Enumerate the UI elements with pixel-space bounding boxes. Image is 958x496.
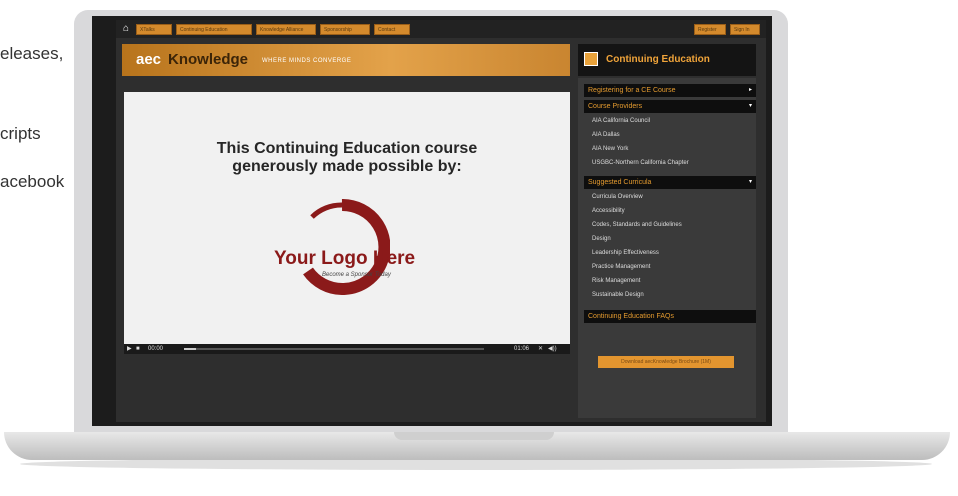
accordion-label: Continuing Education FAQs <box>588 313 674 320</box>
progress-fill <box>184 348 196 350</box>
provider-item[interactable]: AIA Dallas <box>592 131 620 139</box>
accordion-ce-faqs[interactable]: Continuing Education FAQs <box>584 310 756 323</box>
side-panel: Registering for a CE Course ▸ Course Pro… <box>578 78 756 418</box>
panel-header: Continuing Education <box>578 44 756 76</box>
logo-aec[interactable]: aec <box>136 51 161 68</box>
accordion-suggested-curricula[interactable]: Suggested Curricula ▾ <box>584 176 756 189</box>
nav-knowledge-alliance[interactable]: Knowledge Alliance <box>256 24 316 35</box>
video-heading-line-1: This Continuing Education course <box>216 140 478 157</box>
home-icon[interactable]: ⌂ <box>120 23 132 35</box>
continuing-education-icon <box>584 52 598 66</box>
chevron-down-icon: ▾ <box>748 179 752 185</box>
accordion-label: Registering for a CE Course <box>588 87 676 94</box>
chevron-down-icon: ▾ <box>748 103 752 109</box>
video-heading-line-2: generously made possible by: <box>232 158 462 175</box>
laptop-notch <box>394 432 554 440</box>
chevron-right-icon: ▸ <box>748 87 752 93</box>
provider-item[interactable]: AIA California Council <box>592 117 650 125</box>
sponsor-logo-arc-icon <box>303 199 390 295</box>
register-button[interactable]: Register <box>694 24 726 35</box>
current-time: 00:00 <box>148 346 164 352</box>
video-controls: ▶ ■ 00:00 01:06 ✕ ◀)) <box>124 344 570 354</box>
progress-bar[interactable] <box>184 348 484 350</box>
play-icon[interactable]: ▶ <box>127 345 132 353</box>
stop-icon[interactable]: ■ <box>136 345 140 353</box>
nav-xtalks[interactable]: XTalks <box>136 24 172 35</box>
sponsor-logo-text: Your Logo Here <box>274 248 416 269</box>
volume-icon[interactable]: ◀)) <box>548 345 557 353</box>
nav-continuing-education[interactable]: Continuing Education <box>176 24 252 35</box>
curricula-item[interactable]: Codes, Standards and Guidelines <box>592 221 682 229</box>
total-time: 01:06 <box>514 346 530 352</box>
curricula-item[interactable]: Sustainable Design <box>592 291 644 299</box>
background-text-line-1: eleases, <box>0 44 64 63</box>
video-player[interactable]: This Continuing Education course generou… <box>124 92 570 344</box>
background-text-line-2: cripts <box>0 124 41 143</box>
curricula-item[interactable]: Curricula Overview <box>592 193 643 201</box>
background-text-line-3: acebook <box>0 172 65 191</box>
curricula-item[interactable]: Leadership Effectiveness <box>592 249 659 257</box>
nav-sponsorship[interactable]: Sponsorship <box>320 24 370 35</box>
curricula-item[interactable]: Practice Management <box>592 263 650 271</box>
fullscreen-icon[interactable]: ✕ <box>538 345 543 353</box>
curricula-item[interactable]: Accessibility <box>592 207 625 215</box>
panel-title: Continuing Education <box>606 54 710 65</box>
accordion-label: Course Providers <box>588 103 643 110</box>
provider-item[interactable]: USGBC-Northern California Chapter <box>592 159 689 167</box>
curricula-item[interactable]: Risk Management <box>592 277 640 285</box>
curricula-item[interactable]: Design <box>592 235 611 243</box>
tagline: WHERE MINDS CONVERGE <box>262 58 352 64</box>
provider-item[interactable]: AIA New York <box>592 145 628 153</box>
logo-knowledge[interactable]: Knowledge <box>168 51 248 68</box>
header-banner: aec Knowledge WHERE MINDS CONVERGE <box>122 44 570 76</box>
sign-in-button[interactable]: Sign In <box>730 24 760 35</box>
accordion-registering[interactable]: Registering for a CE Course ▸ <box>584 84 756 97</box>
download-brochure-button[interactable]: Download aecKnowledge Brochure (1M) <box>598 356 734 368</box>
top-navigation: ⌂ XTalks Continuing Education Knowledge … <box>116 20 766 38</box>
sponsor-tagline: Become a Sponsor Today <box>322 272 391 278</box>
accordion-label: Suggested Curricula <box>588 179 652 186</box>
laptop-screen: ⌂ XTalks Continuing Education Knowledge … <box>116 20 766 422</box>
nav-contact[interactable]: Contact <box>374 24 410 35</box>
accordion-course-providers[interactable]: Course Providers ▾ <box>584 100 756 113</box>
